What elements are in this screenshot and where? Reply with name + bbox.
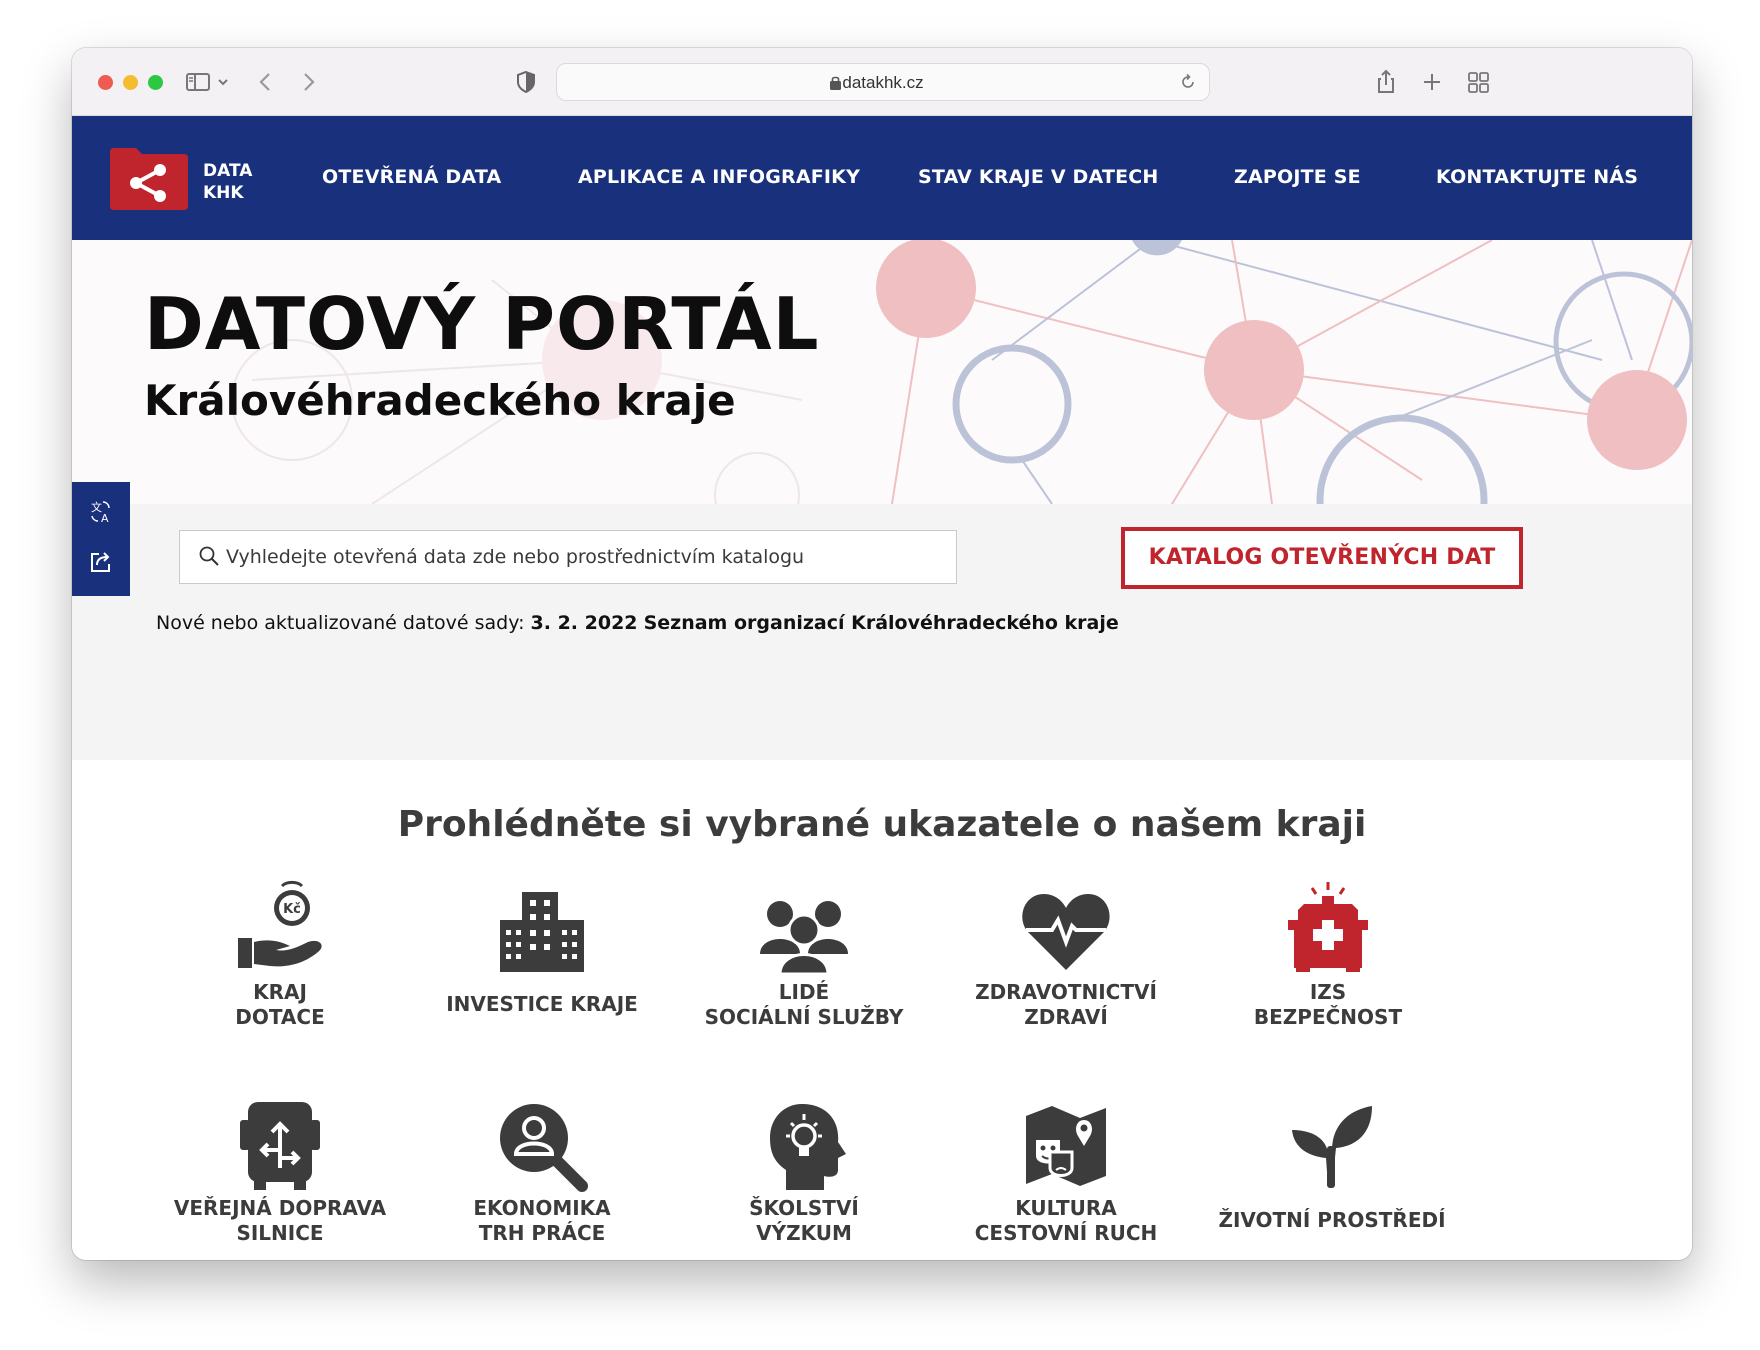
tile-label-line1: IZS <box>1309 980 1347 1004</box>
tile-label-line2: DOTACE <box>235 1005 325 1029</box>
tile-label-line2: ZDRAVÍ <box>1024 1005 1108 1029</box>
catalog-button[interactable]: KATALOG OTEVŘENÝCH DAT <box>1121 527 1523 589</box>
tile-kultura-cestovni-ruch[interactable]: KULTURA CESTOVNÍ RUCH <box>936 1096 1196 1246</box>
indicators-section: Prohlédněte si vybrané ukazatele o našem… <box>72 760 1692 1260</box>
tile-investice-kraje[interactable]: INVESTICE KRAJE <box>412 880 672 1017</box>
share-icon[interactable] <box>1372 68 1400 96</box>
hand-coin-icon: Kč <box>238 880 322 968</box>
bus-directions-icon <box>240 1102 320 1190</box>
search-input[interactable] <box>226 531 946 583</box>
heart-pulse-icon <box>1022 894 1110 970</box>
tile-kraj-dotace[interactable]: Kč KRAJ DOTACE <box>150 880 410 1030</box>
browser-toolbar: datakhk.cz <box>72 48 1692 116</box>
nav-zapojte-se[interactable]: ZAPOJTE SE <box>1234 166 1361 188</box>
tab-overview-icon[interactable] <box>1464 68 1492 96</box>
tile-izs-bezpecnost[interactable]: IZS BEZPEČNOST <box>1198 880 1458 1030</box>
logo-text[interactable]: DATA KHK <box>203 160 252 204</box>
url-text: datakhk.cz <box>842 73 924 92</box>
sprout-icon <box>1292 1106 1372 1188</box>
nav-kontaktujte-nas[interactable]: KONTAKTUJTE NÁS <box>1436 166 1638 188</box>
buildings-icon <box>500 892 584 972</box>
nav-otevrena-data[interactable]: OTEVŘENÁ DATA <box>322 166 501 188</box>
news-prefix: Nové nebo aktualizované datové sady: <box>156 612 525 634</box>
nav-aplikace-a-infografiky[interactable]: APLIKACE A INFOGRAFIKY <box>578 166 860 188</box>
address-bar[interactable]: datakhk.cz <box>556 63 1210 101</box>
news-line: Nové nebo aktualizované datové sady: 3. … <box>156 612 1119 634</box>
close-window-button[interactable] <box>98 75 113 90</box>
nav-stav-kraje-v-datech[interactable]: STAV KRAJE V DATECH <box>918 166 1159 188</box>
new-tab-icon[interactable] <box>1418 68 1446 96</box>
tile-zdravotnictvi-zdravi[interactable]: ZDRAVOTNICTVÍ ZDRAVÍ <box>936 880 1196 1030</box>
zoom-window-button[interactable] <box>148 75 163 90</box>
tile-label-line1: KRAJ <box>253 980 307 1004</box>
ambulance-icon <box>1288 882 1368 972</box>
tile-label-line1: LIDÉ <box>778 980 830 1004</box>
data-khk-logo-icon[interactable] <box>110 148 188 210</box>
hero-banner: DATOVÝ PORTÁL Královéhradeckého kraje <box>72 240 1692 504</box>
tile-skolstvi-vyzkum[interactable]: ŠKOLSTVÍ VÝZKUM <box>674 1096 934 1246</box>
svg-text:A: A <box>101 512 109 525</box>
tile-lide-socialni-sluzby[interactable]: LIDÉ SOCIÁLNÍ SLUŽBY <box>674 880 934 1030</box>
tile-label-line2: BEZPEČNOST <box>1253 1005 1403 1029</box>
tile-label-line2: SILNICE <box>236 1221 324 1245</box>
search-icon <box>199 546 219 566</box>
tile-label-line2: SOCIÁLNÍ SLUŽBY <box>704 1005 904 1029</box>
browser-window: datakhk.cz DATA KHK OTEVŘENÁ DATA APLIKA… <box>72 48 1692 1260</box>
sidebar-toggle-icon[interactable] <box>184 68 212 96</box>
minimize-window-button[interactable] <box>123 75 138 90</box>
side-toolbar: 文 A <box>72 482 130 596</box>
tile-label-line1: ŠKOLSTVÍ <box>749 1196 859 1220</box>
head-lightbulb-icon <box>770 1104 846 1190</box>
logo-line-1: DATA <box>203 161 253 181</box>
svg-text:Kč: Kč <box>283 902 301 917</box>
page-title: DATOVÝ PORTÁL <box>144 282 820 366</box>
chevron-down-icon[interactable] <box>214 68 232 96</box>
privacy-shield-icon[interactable] <box>512 68 540 96</box>
translate-icon[interactable]: 文 A <box>87 498 115 526</box>
tile-label-line1: ZDRAVOTNICTVÍ <box>975 980 1157 1004</box>
tile-label-line1: KULTURA <box>1015 1196 1117 1220</box>
tile-zivotni-prostredi[interactable]: ŽIVOTNÍ PROSTŘEDÍ <box>1202 1096 1462 1233</box>
tile-label-line1: ŽIVOTNÍ PROSTŘEDÍ <box>1218 1208 1446 1232</box>
search-section: KATALOG OTEVŘENÝCH DAT Nové nebo aktuali… <box>72 504 1692 760</box>
reload-icon[interactable] <box>1179 73 1197 91</box>
person-search-icon <box>500 1104 588 1192</box>
tile-label-line2: CESTOVNÍ RUCH <box>974 1221 1158 1245</box>
map-masks-icon <box>1026 1106 1106 1186</box>
tile-verejna-doprava-silnice[interactable]: VEŘEJNÁ DOPRAVA SILNICE <box>150 1096 410 1246</box>
tile-ekonomika-trh-prace[interactable]: EKONOMIKA TRH PRÁCE <box>412 1096 672 1246</box>
tile-label-line1: INVESTICE KRAJE <box>446 992 638 1016</box>
news-title-link[interactable]: Seznam organizací Královéhradeckého kraj… <box>644 612 1119 634</box>
tile-label-line1: EKONOMIKA <box>473 1196 611 1220</box>
main-navbar: DATA KHK OTEVŘENÁ DATA APLIKACE A INFOGR… <box>72 116 1692 240</box>
web-page: DATA KHK OTEVŘENÁ DATA APLIKACE A INFOGR… <box>72 116 1692 1260</box>
share-page-icon[interactable] <box>87 548 115 576</box>
page-subtitle: Královéhradeckého kraje <box>144 376 736 425</box>
indicators-heading: Prohlédněte si vybrané ukazatele o našem… <box>397 804 1367 845</box>
tile-label-line2: TRH PRÁCE <box>478 1221 606 1245</box>
back-arrow-icon[interactable] <box>252 68 280 96</box>
news-date[interactable]: 3. 2. 2022 <box>531 612 638 634</box>
people-group-icon <box>760 901 848 976</box>
forward-arrow-icon[interactable] <box>294 68 322 96</box>
tile-label-line1: VEŘEJNÁ DOPRAVA <box>173 1196 387 1220</box>
logo-line-2: KHK <box>203 183 244 203</box>
network-graphic <box>231 240 1692 504</box>
search-box[interactable] <box>179 530 957 584</box>
tile-label-line2: VÝZKUM <box>756 1221 852 1245</box>
